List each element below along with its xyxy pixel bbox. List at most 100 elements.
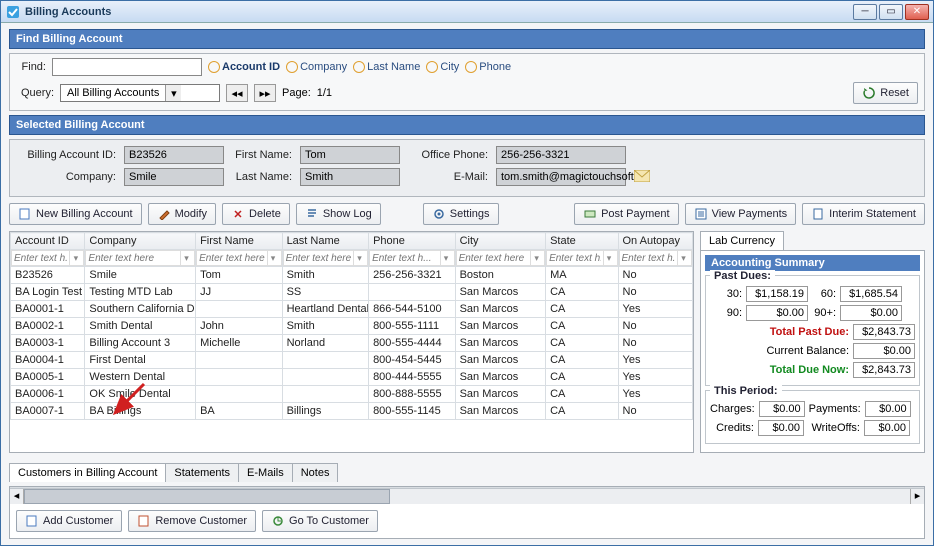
search-icon — [465, 61, 477, 73]
accounts-header[interactable]: City — [455, 233, 546, 250]
filter-icon[interactable]: ▾ — [69, 251, 81, 265]
radio-company[interactable]: Company — [286, 61, 347, 73]
delete-button[interactable]: ✕Delete — [222, 203, 290, 225]
find-section-header: Find Billing Account — [9, 29, 925, 49]
add-customer-button[interactable]: Add Customer — [16, 510, 122, 532]
customers-header[interactable]: Last Name — [153, 488, 224, 489]
filter-icon[interactable]: ▾ — [353, 251, 365, 265]
new-billing-button[interactable]: New Billing Account — [9, 203, 142, 225]
tab-statements[interactable]: Statements — [165, 463, 239, 482]
accounts-filter-input[interactable] — [620, 251, 678, 265]
customers-header[interactable]: Phone — [296, 488, 367, 489]
goto-customer-button[interactable]: Go To Customer — [262, 510, 378, 532]
horizontal-scrollbar[interactable]: ◂▸ — [10, 488, 924, 504]
filter-icon[interactable]: ▾ — [267, 251, 279, 265]
customers-header[interactable]: City — [368, 488, 439, 489]
filter-icon[interactable]: ▾ — [530, 251, 542, 265]
accounts-filter-input[interactable] — [12, 251, 69, 265]
accounts-row[interactable]: BA0001-1Southern California Dental...Hea… — [11, 301, 693, 318]
customers-header[interactable]: Practice Name — [225, 488, 296, 489]
find-input[interactable] — [52, 58, 202, 76]
radio-phone[interactable]: Phone — [465, 61, 511, 73]
total-due-now-label: Total Due Now: — [710, 364, 849, 376]
customers-header[interactable]: First Name — [82, 488, 153, 489]
interim-statement-button[interactable]: Interim Statement — [802, 203, 925, 225]
window-title: Billing Accounts — [25, 6, 853, 18]
accounts-row[interactable]: BA0004-1First Dental800-454-5445San Marc… — [11, 352, 693, 369]
accounts-header[interactable]: On Autopay — [618, 233, 693, 250]
app-icon — [5, 4, 21, 20]
accounts-row[interactable]: BA0007-1BA BillingsBABillings800-555-114… — [11, 403, 693, 420]
accounts-header[interactable]: Phone — [369, 233, 456, 250]
accounts-filter-input[interactable] — [284, 251, 354, 265]
settings-button[interactable]: Settings — [423, 203, 499, 225]
tab-notes[interactable]: Notes — [292, 463, 339, 482]
filter-icon[interactable]: ▾ — [603, 251, 615, 265]
customers-header[interactable]: This Period Cre... — [582, 488, 653, 489]
close-button[interactable]: ✕ — [905, 4, 929, 20]
post-payment-button[interactable]: Post Payment — [574, 203, 678, 225]
minimize-button[interactable]: ─ — [853, 4, 877, 20]
reset-button[interactable]: Reset — [853, 82, 918, 104]
search-icon — [286, 61, 298, 73]
charges-value: $0.00 — [759, 401, 805, 417]
query-combobox[interactable]: All Billing Accounts▾ — [60, 84, 220, 102]
tab-lab-currency[interactable]: Lab Currency — [700, 231, 784, 250]
page-prev-button[interactable]: ◂◂ — [226, 84, 248, 102]
view-payments-button[interactable]: View Payments — [685, 203, 797, 225]
accounts-grid[interactable]: Account IDCompanyFirst NameLast NamePhon… — [9, 231, 694, 453]
credits-value: $0.00 — [758, 420, 804, 436]
remove-customer-button[interactable]: Remove Customer — [128, 510, 256, 532]
accounts-header[interactable]: First Name — [196, 233, 283, 250]
accounts-row[interactable]: BA0002-1Smith DentalJohnSmith800-555-111… — [11, 318, 693, 335]
radio-last-name[interactable]: Last Name — [353, 61, 420, 73]
accounts-filter-input[interactable] — [86, 251, 180, 265]
accounts-row[interactable]: BA0006-1OK Smile Dental800-888-5555San M… — [11, 386, 693, 403]
radio-account-id[interactable]: Account ID — [208, 61, 280, 73]
customers-header[interactable]: Past Due 30 — [796, 488, 867, 489]
pencil-icon — [157, 207, 171, 221]
goto-icon — [271, 514, 285, 528]
filter-icon[interactable]: ▾ — [440, 251, 452, 265]
customers-grid[interactable]: CustomerIDFirst NameLast NamePractice Na… — [10, 487, 924, 488]
page-next-button[interactable]: ▸▸ — [254, 84, 276, 102]
accounts-row[interactable]: B23526SmileTomSmith256-256-3321BostonMAN… — [11, 267, 693, 284]
search-icon — [426, 61, 438, 73]
accounts-filter-input[interactable] — [457, 251, 531, 265]
customers-header[interactable]: Past D — [868, 488, 924, 489]
filter-icon[interactable]: ▾ — [180, 251, 192, 265]
email-field: tom.smith@magictouchsoft — [496, 168, 626, 186]
showlog-button[interactable]: Show Log — [296, 203, 381, 225]
accounts-row[interactable]: BA0005-1Western Dental800-444-5555San Ma… — [11, 369, 693, 386]
list-icon — [694, 207, 708, 221]
accounts-header[interactable]: Account ID — [11, 233, 85, 250]
page-value: 1/1 — [317, 87, 332, 99]
delete-icon: ✕ — [231, 207, 245, 221]
mail-icon[interactable] — [634, 170, 650, 185]
modify-button[interactable]: Modify — [148, 203, 216, 225]
radio-city[interactable]: City — [426, 61, 459, 73]
refresh-icon — [862, 86, 876, 100]
chevron-down-icon: ▾ — [165, 85, 181, 101]
customers-header[interactable]: This Period Cha... — [511, 488, 582, 489]
tab-customers[interactable]: Customers in Billing Account — [9, 463, 166, 482]
customers-header[interactable]: CustomerID — [11, 488, 82, 489]
accounts-row[interactable]: BA0003-1Billing Account 3MichelleNorland… — [11, 335, 693, 352]
customers-header[interactable]: Current Balance — [725, 488, 796, 489]
filter-icon[interactable]: ▾ — [677, 251, 689, 265]
accounts-header[interactable]: Company — [85, 233, 196, 250]
customers-header[interactable]: State — [439, 488, 510, 489]
accounts-header[interactable]: State — [546, 233, 618, 250]
accounts-filter-input[interactable] — [370, 251, 440, 265]
pastdue-30-label: 30: — [710, 288, 742, 300]
accounts-filter-input[interactable] — [547, 251, 602, 265]
accounts-row[interactable]: BA Login TestTesting MTD LabJJSSSan Marc… — [11, 284, 693, 301]
accounts-header[interactable]: Last Name — [282, 233, 369, 250]
accounts-filter-input[interactable] — [197, 251, 267, 265]
maximize-button[interactable]: ▭ — [879, 4, 903, 20]
tab-emails[interactable]: E-Mails — [238, 463, 293, 482]
office-field: 256-256-3321 — [496, 146, 626, 164]
customers-header[interactable]: This Period Writ... — [654, 488, 725, 489]
acctid-field: B23526 — [124, 146, 224, 164]
payments-value: $0.00 — [865, 401, 911, 417]
